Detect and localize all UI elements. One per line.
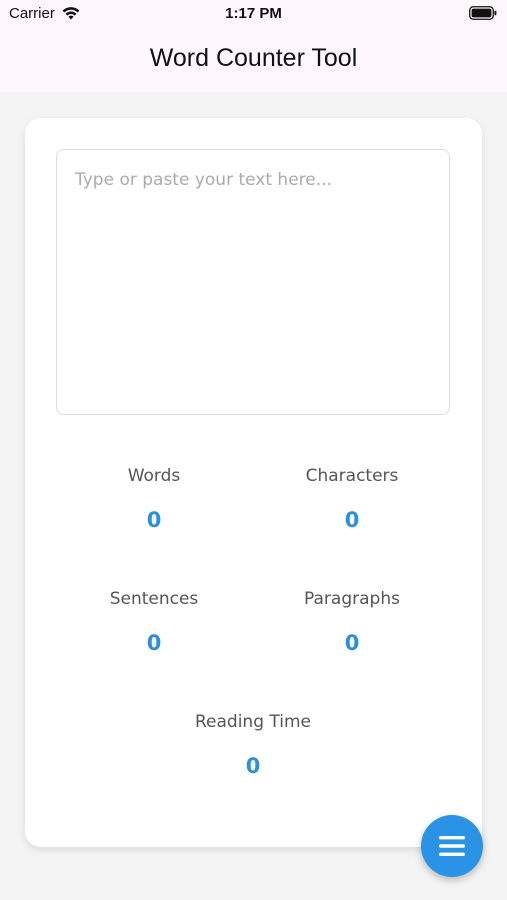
menu-button[interactable] (421, 815, 483, 877)
page-title: Word Counter Tool (149, 44, 358, 72)
text-input[interactable] (56, 149, 450, 415)
battery-icon (469, 6, 497, 20)
stat-words: Words 0 (64, 466, 244, 532)
characters-label: Characters (305, 466, 399, 486)
sentences-label: Sentences (109, 589, 199, 609)
characters-value: 0 (344, 508, 360, 532)
stat-reading-time: Reading Time 0 (163, 712, 343, 778)
reading-time-label: Reading Time (194, 712, 311, 732)
status-time: 1:17 PM (225, 5, 282, 22)
words-value: 0 (146, 508, 162, 532)
menu-icon (439, 836, 465, 856)
navigation-bar: Word Counter Tool (0, 28, 507, 92)
reading-time-value: 0 (245, 754, 261, 778)
stat-paragraphs: Paragraphs 0 (262, 589, 442, 655)
paragraphs-value: 0 (344, 631, 360, 655)
stat-characters: Characters 0 (262, 466, 442, 532)
counter-card: Words 0 Characters 0 Sentences 0 Paragra… (25, 118, 482, 847)
status-bar: Carrier 1:17 PM (0, 0, 507, 28)
stat-sentences: Sentences 0 (64, 589, 244, 655)
words-label: Words (127, 466, 181, 486)
paragraphs-label: Paragraphs (304, 589, 400, 609)
sentences-value: 0 (146, 631, 162, 655)
